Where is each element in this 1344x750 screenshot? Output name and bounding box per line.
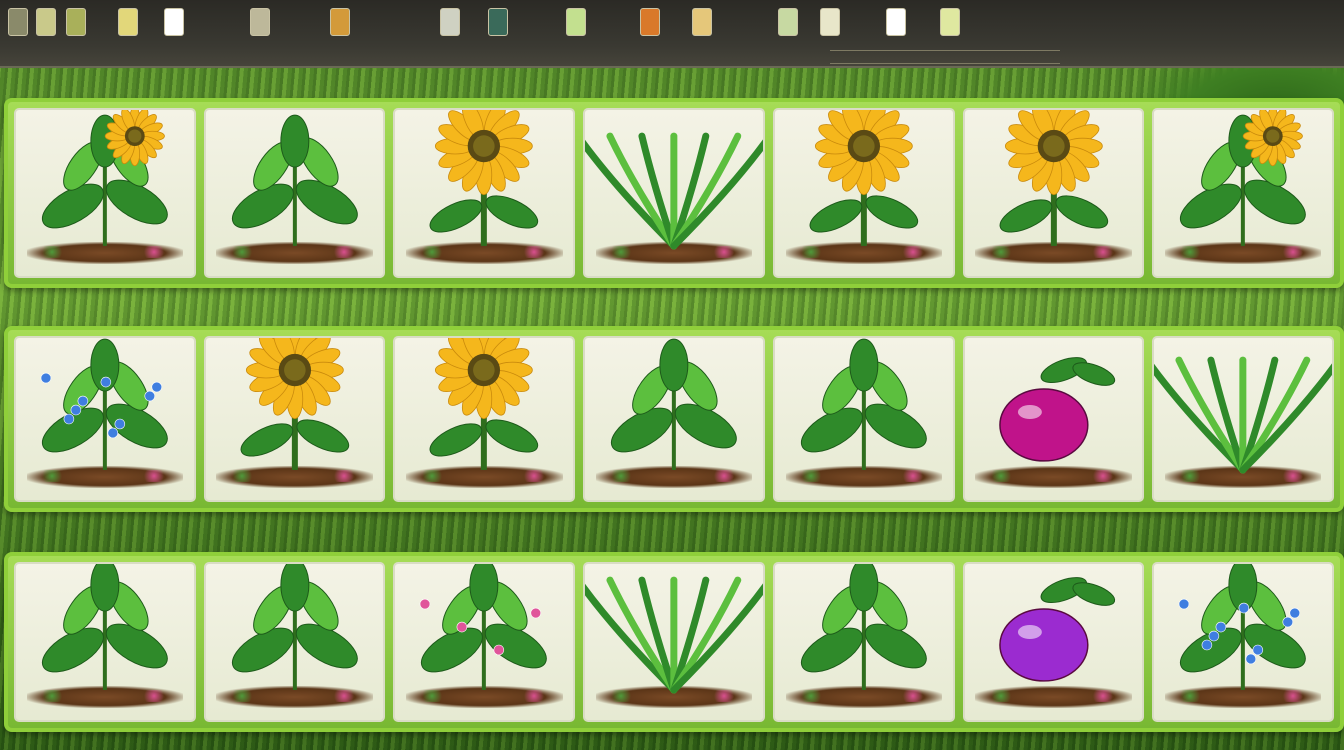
round-leafy-plant-icon [41, 564, 168, 690]
inventory-slot[interactable] [772, 562, 955, 722]
tool-10-button[interactable] [566, 8, 586, 36]
tool-8-icon [440, 8, 460, 36]
fern-icon [585, 132, 763, 250]
purple-fruit-icon [998, 577, 1115, 682]
tool-16-button[interactable] [940, 8, 960, 36]
tool-4-button[interactable] [118, 8, 138, 36]
leafy-plant-icon [231, 564, 358, 690]
shelf-row-1 [4, 98, 1344, 288]
blue-flower-plant-icon [1178, 564, 1307, 690]
tool-15-icon [886, 8, 906, 36]
sunflower-icon [999, 110, 1108, 246]
inventory-slot[interactable] [14, 562, 196, 722]
tool-15-button[interactable] [886, 8, 906, 36]
tool-9-icon [488, 8, 508, 36]
tool-5-button[interactable] [164, 8, 184, 36]
inventory-slot[interactable] [14, 336, 196, 502]
tool-3-button[interactable] [66, 8, 86, 36]
inventory-slot[interactable] [962, 562, 1145, 722]
leafy-plant-icon [800, 564, 927, 690]
shelf-row-2 [4, 326, 1344, 512]
tool-11-icon [640, 8, 660, 36]
tool-4-icon [118, 8, 138, 36]
leafy-plant-icon [231, 114, 358, 246]
inventory-slot[interactable] [1152, 108, 1335, 278]
fern-icon [585, 576, 763, 694]
shelf-row-3 [4, 552, 1344, 732]
inventory-slot[interactable] [583, 562, 765, 722]
tool-2-icon [36, 8, 56, 36]
leafy-plant-with-buds-icon [420, 564, 548, 690]
tool-14-icon [820, 8, 840, 36]
tool-1-button[interactable] [8, 8, 28, 36]
inventory-slot[interactable] [772, 336, 955, 502]
sunflower-icon [809, 110, 919, 246]
tool-11-button[interactable] [640, 8, 660, 36]
inventory-slot[interactable] [962, 108, 1145, 278]
sunflower-bush-icon [1180, 110, 1307, 246]
inventory-slot[interactable] [772, 108, 955, 278]
bush-with-sunflower-icon [41, 110, 168, 246]
tool-16-icon [940, 8, 960, 36]
inventory-slot[interactable] [203, 562, 386, 722]
tool-14-button[interactable] [820, 8, 840, 36]
top-toolbar [0, 0, 1344, 68]
inventory-slot[interactable] [583, 108, 765, 278]
inventory-slot[interactable] [203, 336, 386, 502]
tool-13-icon [778, 8, 798, 36]
leafy-plant-icon [611, 338, 737, 470]
toolbar-subbar [830, 50, 1060, 64]
tool-12-button[interactable] [692, 8, 712, 36]
inventory-slot[interactable] [393, 336, 576, 502]
inventory-slot[interactable] [203, 108, 386, 278]
tool-5-icon [164, 8, 184, 36]
magenta-fruit-icon [998, 357, 1115, 462]
inventory-slot[interactable] [962, 336, 1145, 502]
tool-12-icon [692, 8, 712, 36]
tool-7-icon [330, 8, 350, 36]
inventory-slot[interactable] [583, 336, 765, 502]
blue-flower-bush-icon [40, 338, 168, 470]
inventory-slot[interactable] [393, 562, 576, 722]
inventory-slot[interactable] [14, 108, 196, 278]
tool-2-button[interactable] [36, 8, 56, 36]
sunflower-icon [430, 338, 539, 470]
inventory-slot[interactable] [1152, 336, 1335, 502]
sunflower-icon [430, 110, 539, 246]
tool-3-icon [66, 8, 86, 36]
sunflower-cluster-icon [240, 338, 349, 470]
inventory-slot[interactable] [393, 108, 576, 278]
tool-7-button[interactable] [330, 8, 350, 36]
grass-plant-icon [1154, 356, 1333, 474]
tool-1-icon [8, 8, 28, 36]
tool-6-icon [250, 8, 270, 36]
tool-8-button[interactable] [440, 8, 460, 36]
tool-6-button[interactable] [250, 8, 270, 36]
tool-10-icon [566, 8, 586, 36]
tool-9-button[interactable] [488, 8, 508, 36]
inventory-slot[interactable] [1152, 562, 1335, 722]
leafy-plant-icon [800, 338, 927, 470]
tool-13-button[interactable] [778, 8, 798, 36]
